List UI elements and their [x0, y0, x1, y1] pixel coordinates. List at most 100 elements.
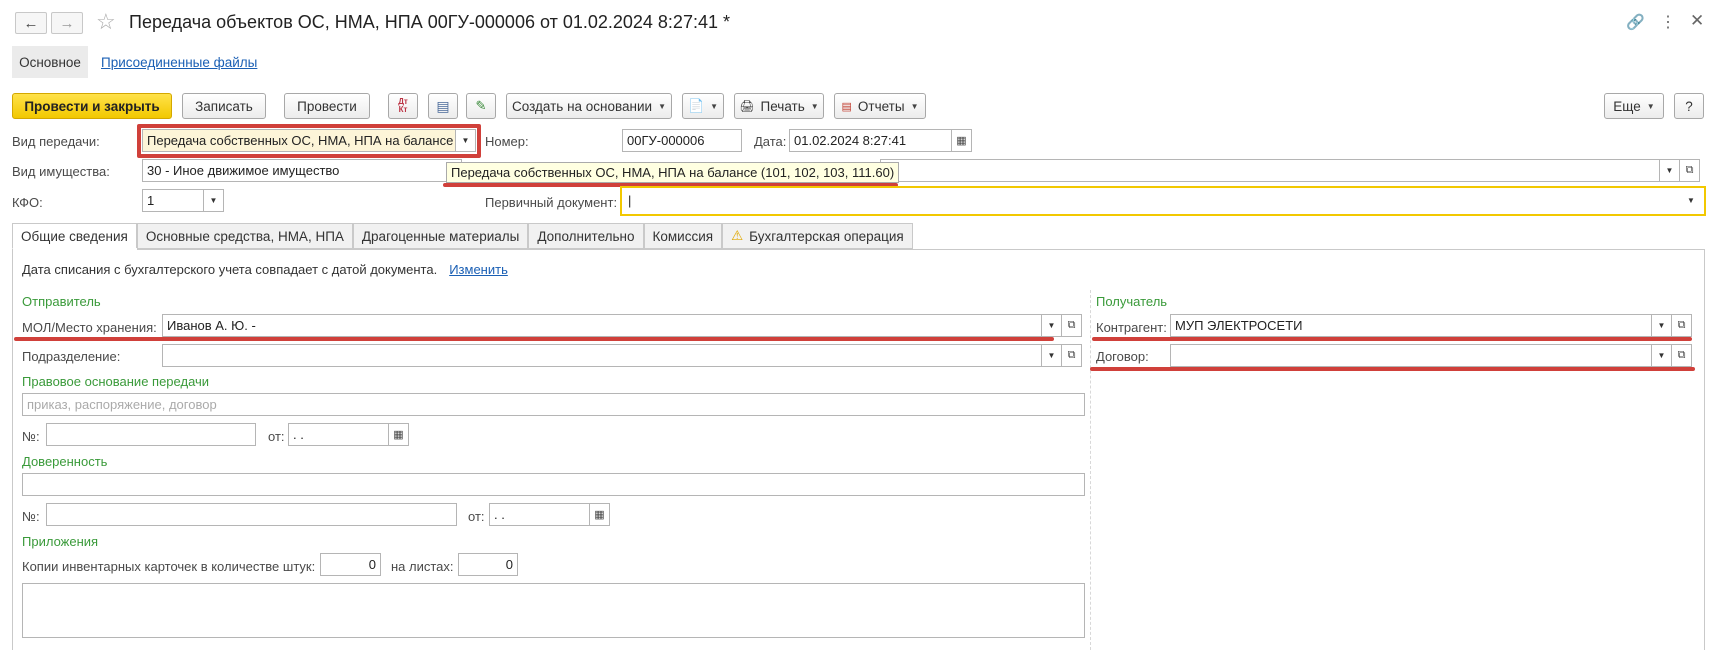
list-icon: ▤ — [436, 97, 450, 114]
create-based-button[interactable]: Создать на основании ▼ — [506, 93, 672, 119]
mol-dropdown[interactable]: ▼ — [1042, 314, 1062, 337]
kfo-field[interactable]: 1 — [142, 189, 204, 212]
attach-button[interactable]: 📄 ▼ — [682, 93, 724, 119]
post-button[interactable]: Провести — [284, 93, 370, 119]
pencil-icon: ✎ — [475, 98, 487, 113]
secondary-field[interactable] — [880, 159, 1660, 182]
favorite-star-icon[interactable]: ☆ — [96, 9, 116, 35]
copies-field[interactable]: 0 — [320, 553, 381, 576]
transfer-type-field[interactable]: Передача собственных ОС, НМА, НПА на бал… — [142, 129, 456, 152]
sheets-field[interactable]: 0 — [458, 553, 518, 576]
subdivision-open-button[interactable]: ⧉ — [1062, 344, 1082, 367]
change-link[interactable]: Изменить — [449, 262, 508, 277]
print-button[interactable]: 🖨 Печать ▼ — [734, 93, 824, 119]
counterparty-dropdown[interactable]: ▼ — [1652, 314, 1672, 337]
more-label: Еще — [1613, 98, 1641, 114]
tab-attached-files[interactable]: Присоединенные файлы — [101, 55, 257, 70]
date-picker-button[interactable]: ▦ — [952, 129, 972, 152]
contract-underline — [1090, 367, 1695, 371]
contract-dropdown[interactable]: ▼ — [1652, 344, 1672, 367]
back-button[interactable]: ← — [15, 12, 47, 34]
subdivision-dropdown[interactable]: ▼ — [1042, 344, 1062, 367]
number-field[interactable]: 00ГУ-000006 — [622, 129, 742, 152]
secondary-open-button[interactable]: ⧉ — [1680, 159, 1700, 182]
calendar-icon: ▦ — [956, 135, 967, 147]
printer-icon: 🖨 — [739, 99, 755, 113]
contract-open-button[interactable]: ⧉ — [1672, 344, 1692, 367]
column-divider — [1090, 290, 1091, 650]
poa-date-field[interactable]: . . — [489, 503, 590, 526]
chevron-down-icon: ▼ — [658, 101, 666, 111]
tooltip: Передача собственных ОС, НМА, НПА на бал… — [446, 162, 900, 183]
write-button[interactable]: Записать — [182, 93, 266, 119]
dt-kt-button[interactable]: Дт Кт — [388, 93, 418, 119]
contract-label: Договор: — [1096, 349, 1149, 364]
primary-doc-field[interactable]: | — [623, 189, 1681, 212]
info-text: Дата списания с бухгалтерского учета сов… — [22, 262, 438, 277]
kfo-dropdown[interactable]: ▼ — [204, 189, 224, 212]
tab-bar: Общие сведения Основные средства, НМА, Н… — [12, 223, 913, 249]
tab-precious-materials[interactable]: Драгоценные материалы — [352, 223, 529, 249]
contract-field[interactable] — [1170, 344, 1652, 367]
tab-fixed-assets[interactable]: Основные средства, НМА, НПА — [136, 223, 353, 249]
print-label: Печать — [760, 98, 805, 114]
open-icon: ⧉ — [1677, 319, 1686, 331]
post-and-close-button[interactable]: Провести и закрыть — [12, 93, 172, 119]
legal-date-field[interactable]: . . — [288, 423, 389, 446]
link-icon[interactable]: 🔗 — [1626, 13, 1645, 31]
number-label: Номер: — [485, 134, 529, 149]
reports-button[interactable]: ▤ Отчеты ▼ — [834, 93, 926, 119]
poa-number-label: №: — [22, 509, 40, 524]
date-field[interactable]: 01.02.2024 8:27:41 — [789, 129, 952, 152]
forward-button[interactable]: → — [51, 12, 83, 34]
warning-icon: ⚠ — [731, 228, 744, 243]
info-line: Дата списания с бухгалтерского учета сов… — [22, 262, 508, 277]
poa-field[interactable] — [22, 473, 1085, 496]
secondary-dropdown[interactable]: ▼ — [1660, 159, 1680, 182]
primary-doc-dropdown[interactable]: ▼ — [1681, 189, 1701, 212]
subdivision-field[interactable] — [162, 344, 1042, 367]
more-button[interactable]: Еще ▼ — [1604, 93, 1664, 119]
legal-basis-field[interactable]: приказ, распоряжение, договор — [22, 393, 1085, 416]
help-button[interactable]: ? — [1674, 93, 1704, 119]
mol-label: МОЛ/Место хранения: — [22, 320, 157, 335]
counterparty-field[interactable]: МУП ЭЛЕКТРОСЕТИ — [1170, 314, 1652, 337]
legal-number-field[interactable] — [46, 423, 256, 446]
tab-additional[interactable]: Дополнительно — [528, 223, 644, 249]
transfer-type-dropdown[interactable]: ▼ — [456, 129, 476, 152]
open-icon: ⧉ — [1685, 164, 1694, 176]
legal-date-picker[interactable]: ▦ — [389, 423, 409, 446]
mol-field[interactable]: Иванов А. Ю. - — [162, 314, 1042, 337]
recipient-title: Получатель — [1096, 294, 1168, 309]
chevron-down-icon: ▼ — [1657, 321, 1666, 330]
edit-button[interactable]: ✎ — [466, 93, 496, 119]
chevron-down-icon: ▼ — [810, 101, 819, 111]
tab-general[interactable]: Общие сведения — [12, 223, 137, 249]
mol-open-button[interactable]: ⧉ — [1062, 314, 1082, 337]
sender-title: Отправитель — [22, 294, 101, 309]
close-icon[interactable]: ✕ — [1690, 11, 1704, 31]
tab-accounting-operation[interactable]: ⚠ Бухгалтерская операция — [722, 223, 913, 249]
legal-from-label: от: — [268, 429, 285, 444]
counterparty-open-button[interactable]: ⧉ — [1672, 314, 1692, 337]
property-type-field[interactable]: 30 - Иное движимое имущество — [142, 159, 462, 182]
attachments-textarea[interactable] — [22, 583, 1085, 638]
chevron-down-icon: ▼ — [1687, 196, 1695, 205]
more-vertical-icon[interactable]: ⋮ — [1660, 12, 1676, 32]
property-type-label: Вид имущества: — [12, 164, 110, 179]
transfer-type-label: Вид передачи: — [12, 134, 100, 149]
open-icon: ⧉ — [1067, 349, 1076, 361]
poa-title: Доверенность — [22, 454, 108, 469]
journal-button[interactable]: ▤ — [428, 93, 458, 119]
tab-commission[interactable]: Комиссия — [643, 223, 723, 249]
poa-number-field[interactable] — [46, 503, 457, 526]
chevron-down-icon: ▼ — [1047, 351, 1056, 360]
poa-date-picker[interactable]: ▦ — [590, 503, 610, 526]
chevron-down-icon: ▼ — [1657, 351, 1666, 360]
tab-main[interactable]: Основное — [12, 46, 88, 78]
sheets-label: на листах: — [391, 559, 454, 574]
reports-label: Отчеты — [857, 98, 905, 114]
chevron-down-icon: ▼ — [1665, 166, 1674, 175]
poa-from-label: от: — [468, 509, 485, 524]
create-based-label: Создать на основании — [512, 98, 653, 114]
